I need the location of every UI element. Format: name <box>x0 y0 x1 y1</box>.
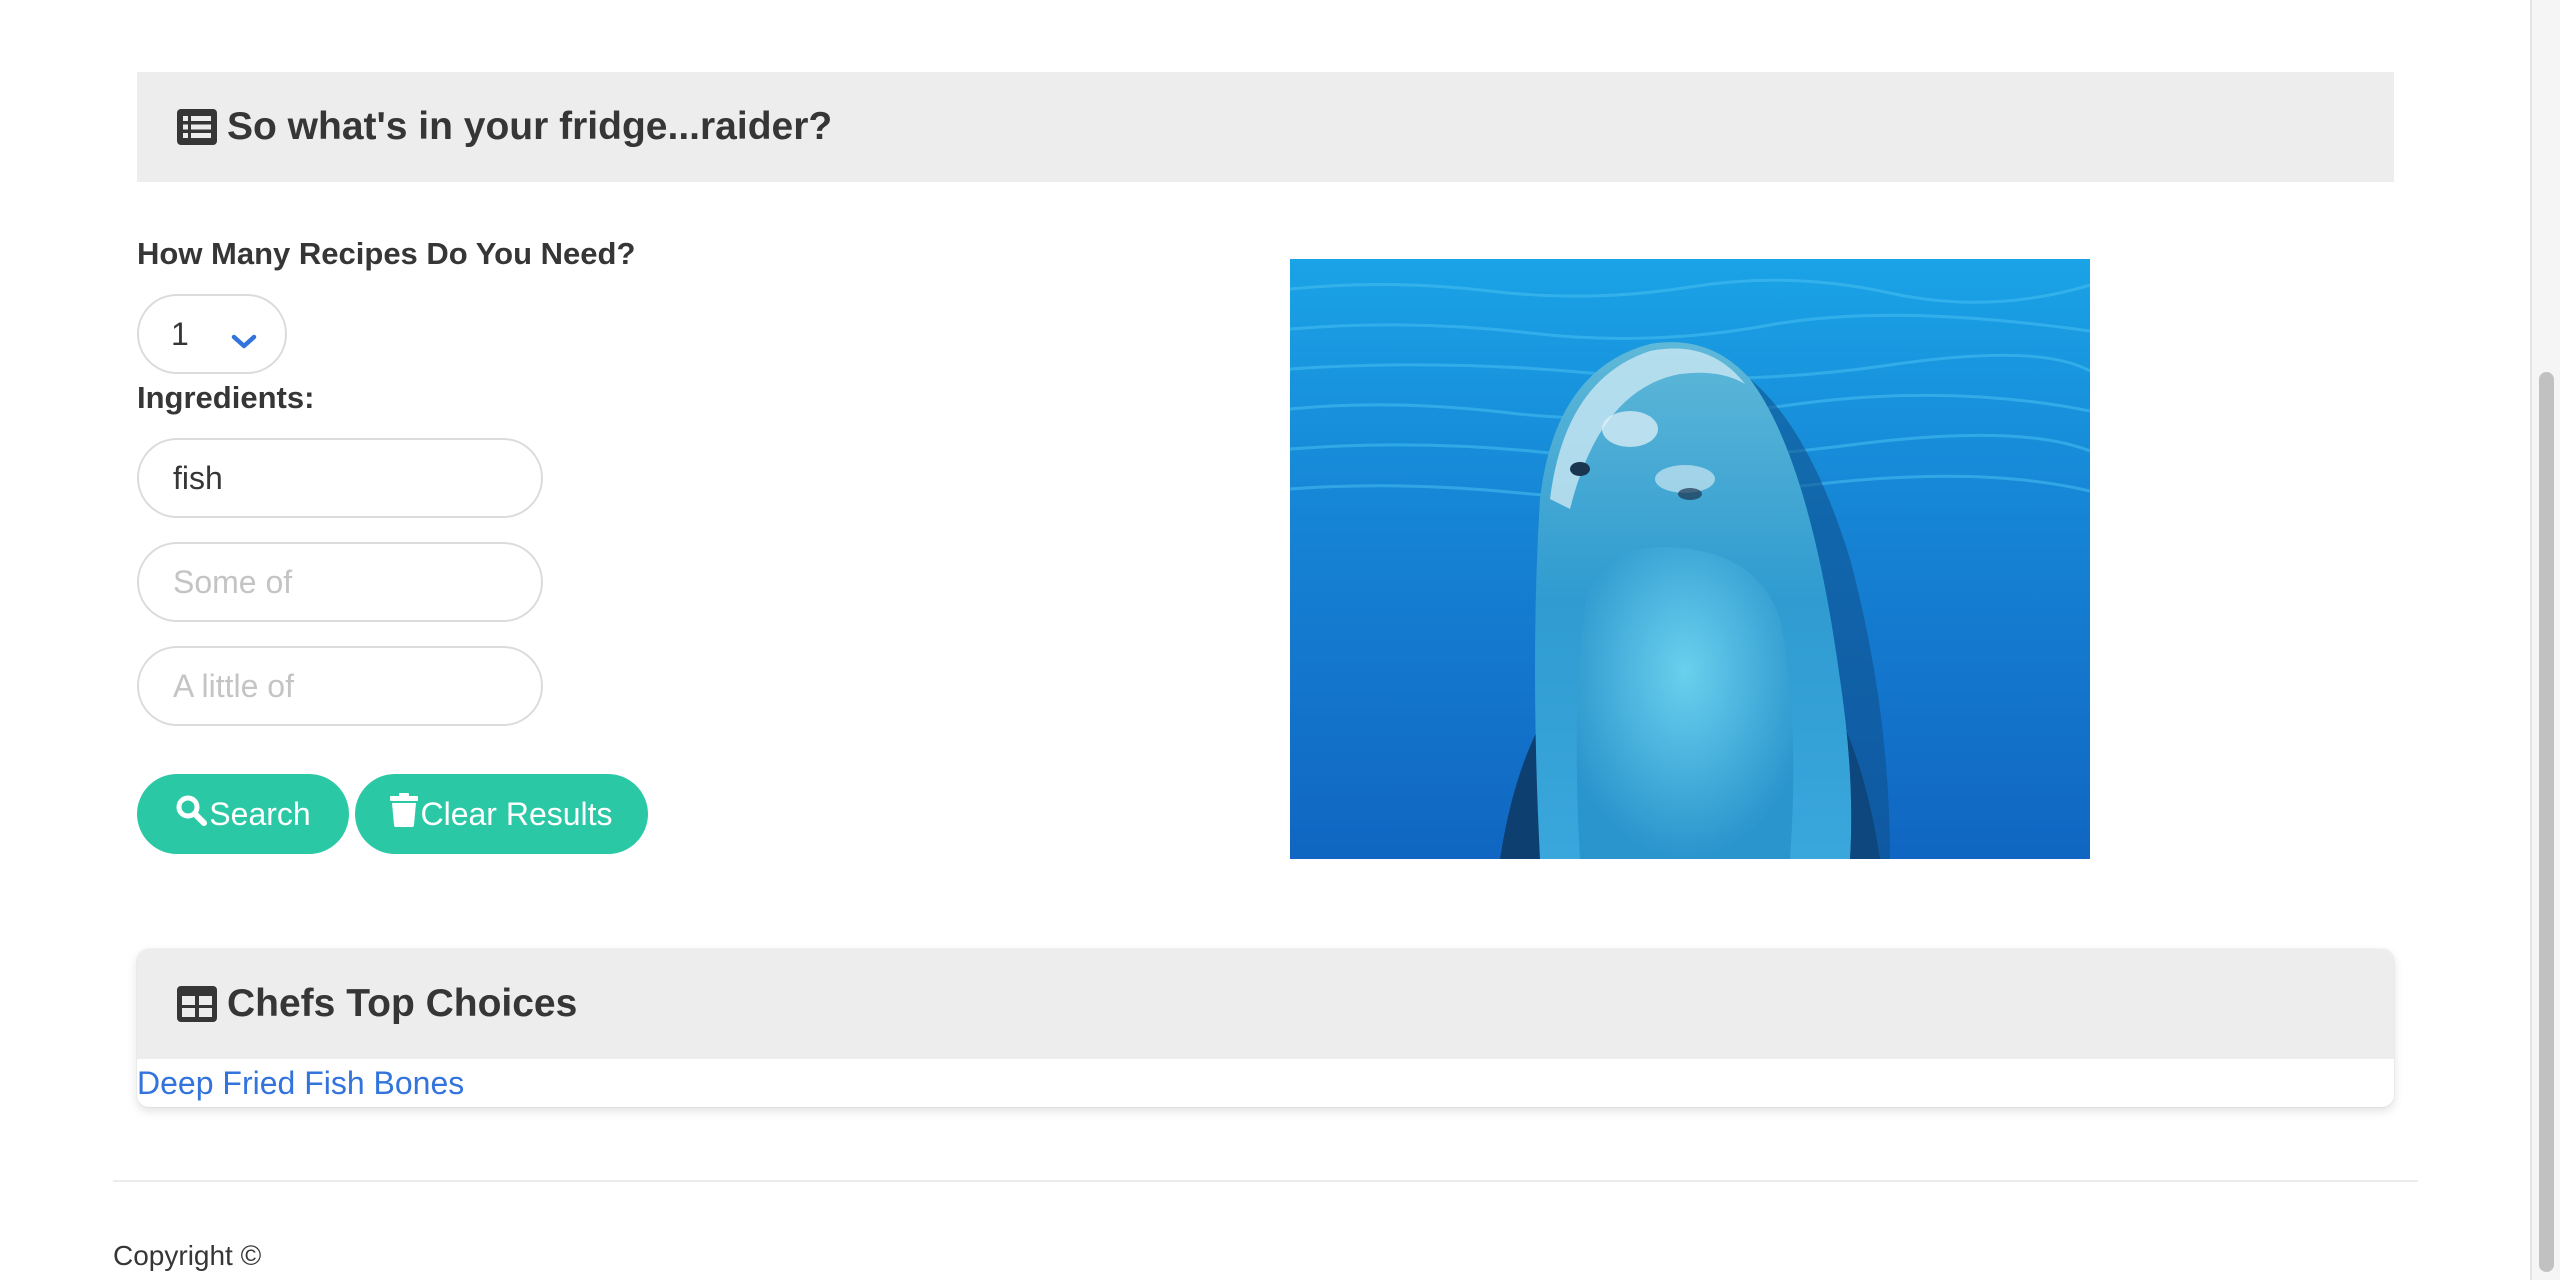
ingredient-input-3-placeholder: A little of <box>173 667 294 704</box>
scrollbar-thumb[interactable] <box>2539 372 2554 1272</box>
ingredients-label: Ingredients: <box>137 380 315 415</box>
search-icon <box>175 794 208 834</box>
table-icon <box>177 986 217 1022</box>
fridge-section-heading: So what's in your fridge...raider? <box>137 72 2394 182</box>
dolphin-image <box>1290 259 2090 859</box>
ingredient-input-2-placeholder: Some of <box>173 563 293 600</box>
ingredient-input-2[interactable]: Some of <box>137 542 543 622</box>
trash-icon <box>390 793 419 835</box>
chefs-section-title: Chefs Top Choices <box>227 982 578 1025</box>
ingredient-input-1-value: fish <box>173 459 223 496</box>
copyright-text: Copyright © <box>113 1240 262 1271</box>
list-icon <box>177 109 217 145</box>
chefs-section-heading: Chefs Top Choices <box>137 949 2394 1059</box>
recipes-count-label: How Many Recipes Do You Need? <box>137 236 636 271</box>
fridge-section-title: So what's in your fridge...raider? <box>227 105 833 148</box>
recipes-count-select[interactable]: 1 <box>137 294 287 374</box>
ingredient-input-3[interactable]: A little of <box>137 646 543 726</box>
ingredient-input-1[interactable]: fish <box>137 438 543 518</box>
recipe-link[interactable]: Deep Fried Fish Bones <box>137 1065 464 1102</box>
search-button-label: Search <box>209 795 311 832</box>
footer-divider <box>113 1180 2418 1182</box>
clear-results-label: Clear Results <box>420 795 613 832</box>
search-button[interactable]: Search <box>137 774 349 854</box>
page: So what's in your fridge...raider? How M… <box>0 0 2560 1280</box>
chevron-down-icon <box>231 324 257 361</box>
recipes-count-value: 1 <box>171 315 189 352</box>
chefs-top-choices-card: Chefs Top Choices Deep Fried Fish Bones <box>137 949 2394 1107</box>
clear-results-button[interactable]: Clear Results <box>355 774 648 854</box>
